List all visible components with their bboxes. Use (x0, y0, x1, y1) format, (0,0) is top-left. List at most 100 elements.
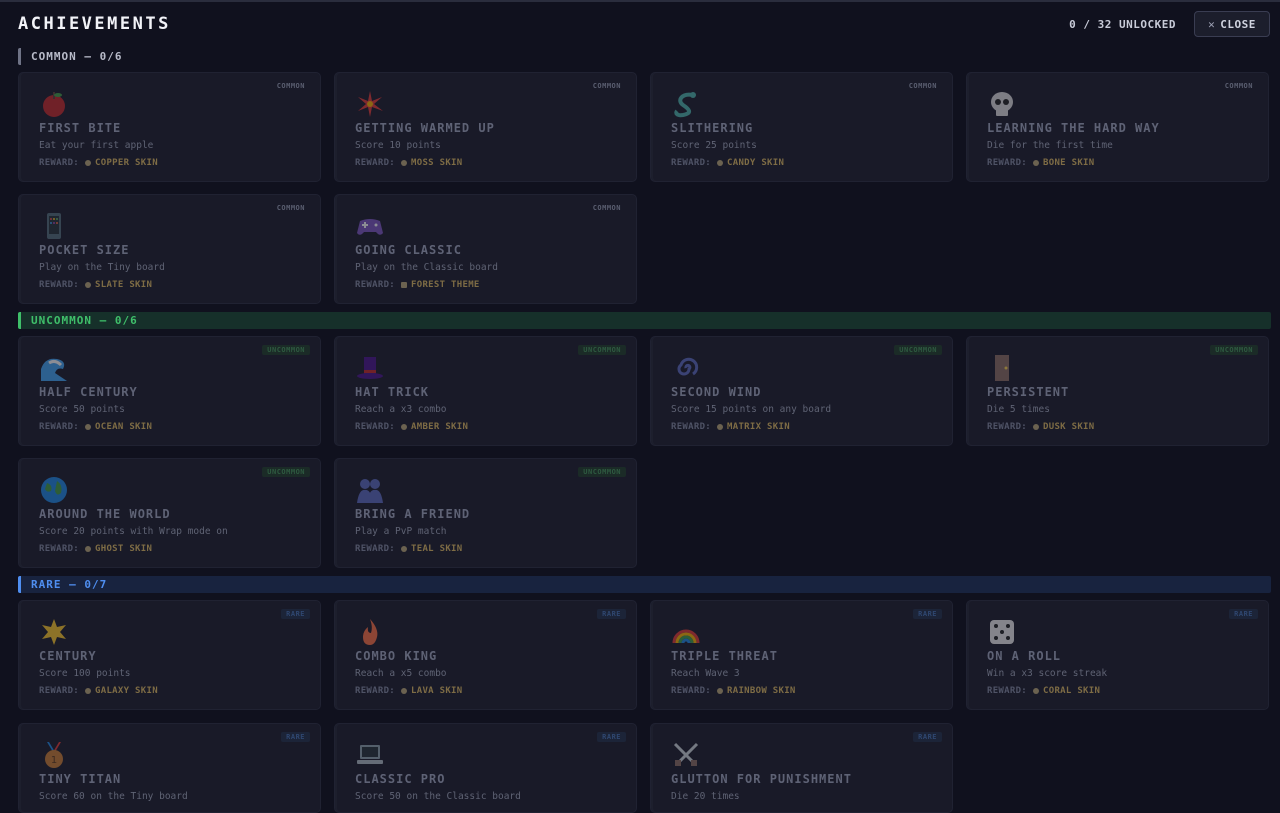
reward-value: RAINBOW SKIN (727, 686, 796, 696)
achievement-name: GETTING WARMED UP (355, 121, 495, 135)
reward-prefix: REWARD: (671, 422, 712, 432)
achievement-name: GOING CLASSIC (355, 243, 462, 257)
reward-icon (1033, 687, 1040, 694)
achievement-card[interactable]: UNCOMMON PERSISTENT Die 5 times REWARD: DUSK… (966, 336, 1269, 446)
achievement-description: Score 50 on the Classic board (355, 791, 521, 802)
reward-prefix: REWARD: (39, 544, 80, 554)
achievement-description: Eat your first apple (39, 140, 154, 151)
achievement-card[interactable]: UNCOMMON HAT TRICK Reach a x3 combo REWARD:… (334, 336, 637, 446)
section-header-rare: RARE — 0/7 (18, 576, 1271, 593)
achievement-description: Score 60 on the Tiny board (39, 791, 188, 802)
reward-prefix: REWARD: (39, 280, 80, 290)
medal-icon: 1 (39, 740, 69, 770)
reward-value: BONE SKIN (1043, 158, 1095, 168)
achievement-name: LEARNING THE HARD WAY (987, 121, 1160, 135)
reward-value: AMBER SKIN (411, 422, 469, 432)
achievement-description: Score 25 points (671, 140, 757, 151)
achievement-reward: REWARD: AMBER SKIN (355, 422, 468, 432)
achievement-card[interactable]: RARE TRIPLE THREAT Reach Wave 3 REWARD: RAIN… (650, 600, 953, 710)
close-icon: ✕ (1208, 17, 1216, 31)
flame-icon (355, 617, 385, 647)
spark-icon (355, 89, 385, 119)
reward-icon (401, 687, 408, 694)
rarity-badge: UNCOMMON (262, 467, 310, 477)
reward-icon (85, 687, 92, 694)
rarity-badge: COMMON (276, 204, 305, 212)
achievement-reward: REWARD: TEAL SKIN (355, 544, 463, 554)
achievement-name: GLUTTON FOR PUNISHMENT (671, 772, 852, 786)
unlocked-counter: 0 / 32 UNLOCKED (1069, 18, 1176, 31)
achievement-description: Die 5 times (987, 404, 1050, 415)
reward-prefix: REWARD: (987, 158, 1028, 168)
achievement-reward: REWARD: RAINBOW SKIN (671, 686, 796, 696)
skull-icon (987, 89, 1017, 119)
reward-icon (85, 281, 92, 288)
rarity-badge: COMMON (908, 82, 937, 90)
achievement-name: POCKET SIZE (39, 243, 130, 257)
reward-value: TEAL SKIN (411, 544, 463, 554)
close-button[interactable]: ✕ CLOSE (1194, 11, 1270, 37)
rarity-badge: RARE (1229, 609, 1258, 619)
rarity-badge: COMMON (592, 82, 621, 90)
achievement-card[interactable]: COMMON LEARNING THE HARD WAY Die for the f… (966, 72, 1269, 182)
reward-prefix: REWARD: (671, 158, 712, 168)
reward-prefix: REWARD: (39, 422, 80, 432)
achievement-card[interactable]: RARE COMBO KING Reach a x5 combo REWARD: LAV… (334, 600, 637, 710)
rarity-badge: UNCOMMON (894, 345, 942, 355)
achievement-card[interactable]: COMMON POCKET SIZE Play on the Tiny board R… (18, 194, 321, 304)
achievement-card[interactable]: UNCOMMON BRING A FRIEND Play a PvP match RE… (334, 458, 637, 568)
rarity-badge: RARE (597, 609, 626, 619)
rarity-badge: RARE (913, 732, 942, 742)
achievement-description: Score 20 points with Wrap mode on (39, 526, 228, 537)
swirl-icon (671, 353, 701, 383)
reward-prefix: REWARD: (39, 158, 80, 168)
achievement-card[interactable]: COMMON FIRST BITE Eat your first apple REWA… (18, 72, 321, 182)
achievement-card[interactable]: RARE ON A ROLL Win a x3 score streak REWARD… (966, 600, 1269, 710)
reward-icon (717, 687, 724, 694)
achievement-description: Play on the Classic board (355, 262, 498, 273)
achievement-card[interactable]: UNCOMMON SECOND WIND Score 15 points on an… (650, 336, 953, 446)
achievement-card[interactable]: UNCOMMON AROUND THE WORLD Score 20 points … (18, 458, 321, 568)
reward-value: GALAXY SKIN (95, 686, 158, 696)
achievement-card[interactable]: UNCOMMON HALF CENTURY Score 50 points REWAR… (18, 336, 321, 446)
wave-icon (39, 353, 69, 383)
reward-icon (85, 423, 92, 430)
achievement-reward: REWARD: DUSK SKIN (987, 422, 1095, 432)
achievement-description: Score 15 points on any board (671, 404, 832, 415)
reward-prefix: REWARD: (987, 686, 1028, 696)
rarity-badge: RARE (281, 609, 310, 619)
achievement-name: AROUND THE WORLD (39, 507, 171, 521)
achievement-name: SLITHERING (671, 121, 754, 135)
achievement-card[interactable]: COMMON GOING CLASSIC Play on the Classic b… (334, 194, 637, 304)
achievement-name: HAT TRICK (355, 385, 430, 399)
achievements-header: ACHIEVEMENTS 0 / 32 UNLOCKED ✕ CLOSE (0, 2, 1280, 46)
reward-value: CANDY SKIN (727, 158, 785, 168)
achievement-name: HALF CENTURY (39, 385, 138, 399)
snake-icon (671, 89, 701, 119)
achievement-name: COMBO KING (355, 649, 438, 663)
achievement-card[interactable]: RARE CENTURY Score 100 points REWARD: GALAXY… (18, 600, 321, 710)
achievement-reward: REWARD: COPPER SKIN (39, 158, 158, 168)
reward-icon (1033, 159, 1040, 166)
door-icon (987, 353, 1017, 383)
apple-icon (39, 89, 69, 119)
achievement-description: Play on the Tiny board (39, 262, 165, 273)
reward-value: COPPER SKIN (95, 158, 158, 168)
close-label: CLOSE (1220, 17, 1256, 31)
reward-value: OCEAN SKIN (95, 422, 153, 432)
reward-value: CORAL SKIN (1043, 686, 1101, 696)
reward-icon (85, 545, 92, 552)
achievement-description: Die for the first time (987, 140, 1113, 151)
reward-icon (1033, 423, 1040, 430)
rarity-badge: UNCOMMON (1210, 345, 1258, 355)
crossed-swords-icon (671, 740, 701, 770)
section-header-uncommon: UNCOMMON — 0/6 (18, 312, 1271, 329)
achievement-name: BRING A FRIEND (355, 507, 471, 521)
achievement-card[interactable]: COMMON GETTING WARMED UP Score 10 points RE… (334, 72, 637, 182)
achievement-card[interactable]: COMMON SLITHERING Score 25 points REWARD: CA… (650, 72, 953, 182)
achievement-reward: REWARD: CANDY SKIN (671, 158, 784, 168)
achievement-reward: REWARD: FOREST THEME (355, 280, 480, 290)
rarity-badge: UNCOMMON (578, 345, 626, 355)
rarity-badge: COMMON (276, 82, 305, 90)
section-header-common: COMMON — 0/6 (18, 48, 1271, 65)
